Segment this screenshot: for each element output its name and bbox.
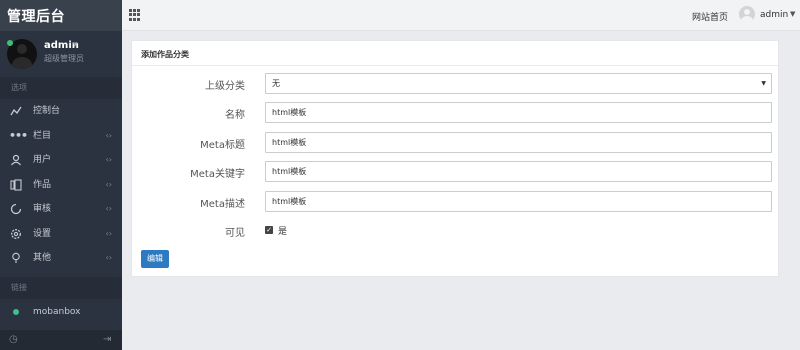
top-user-caret-icon[interactable]: ▼ — [790, 10, 795, 18]
user-icon — [9, 148, 23, 173]
user-menu-caret-icon[interactable]: ▾ — [73, 40, 77, 49]
visible-option-label: 是 — [278, 227, 288, 237]
sidebar-item-works[interactable]: 作品 ‹› — [0, 173, 122, 198]
sidebar-item-label: 设置 — [33, 228, 52, 239]
card-divider — [132, 65, 778, 66]
sidebar-item-review[interactable]: 审核 ‹› — [0, 197, 122, 222]
grid-menu-icon[interactable] — [129, 9, 141, 21]
lightbulb-icon — [9, 246, 23, 271]
top-user-name[interactable]: admin — [760, 10, 788, 20]
user-role: 超级管理员 — [44, 54, 84, 63]
sidebar-item-other[interactable]: 其他 ‹› — [0, 246, 122, 271]
sidebar-item-label: 其他 — [33, 253, 52, 263]
chevron-left-icon: ‹› — [105, 228, 112, 238]
sidebar-link-mobanbox[interactable]: mobanbox — [0, 301, 122, 323]
top-user-avatar[interactable] — [739, 6, 755, 22]
sidebar-link-label: mobanbox — [33, 306, 81, 317]
online-status-icon — [7, 40, 13, 46]
sidebar-item-label: 栏目 — [33, 130, 52, 141]
meta-description-label: Meta描述 — [200, 199, 245, 210]
gear-icon — [9, 222, 23, 247]
sidebar-item-dashboard[interactable]: 控制台 — [0, 99, 122, 124]
book-icon — [9, 173, 23, 198]
dots-icon: ••• — [9, 128, 28, 142]
chevron-left-icon: ‹› — [105, 179, 112, 189]
select-arrow-icon: ▼ — [761, 80, 766, 87]
logout-icon[interactable]: ⇥ — [103, 334, 111, 345]
meta-keywords-label: Meta关键字 — [190, 169, 245, 180]
parent-category-label: 上级分类 — [205, 81, 245, 92]
name-label: 名称 — [225, 110, 245, 121]
meta-keywords-field[interactable]: html模板 — [265, 161, 772, 182]
parent-category-value: 无 — [272, 79, 280, 88]
chevron-left-icon: ‹› — [105, 130, 112, 140]
sidebar-item-label: 用户 — [33, 155, 52, 165]
sidebar-item-label: 审核 — [33, 204, 52, 214]
meta-title-field[interactable]: html模板 — [265, 132, 772, 153]
submit-button[interactable]: 编辑 — [141, 250, 169, 268]
user-panel: admin ▾ 超级管理员 — [0, 31, 122, 77]
sidebar-item-users[interactable]: 用户 ‹› — [0, 148, 122, 173]
chevron-left-icon: ‹› — [105, 204, 112, 213]
sidebar-item-settings[interactable]: 设置 ‹› — [0, 222, 122, 247]
sidebar-footer: ◷ ⇥ — [0, 330, 122, 350]
parent-category-select[interactable]: 无 ▼ — [265, 73, 772, 94]
chart-icon — [9, 99, 23, 124]
topbar: 网站首页 admin ▼ — [122, 0, 800, 31]
spinner-icon — [9, 197, 23, 222]
sidebar: 管理后台 admin ▾ 超级管理员 选项 控制台 ••• 栏目 ‹› 用户 ‹… — [0, 0, 122, 350]
sidebar-section-label: 选项 — [0, 77, 122, 99]
clock-icon[interactable]: ◷ — [9, 334, 18, 345]
visible-checkbox[interactable]: ✓ — [265, 226, 273, 234]
sidebar-item-label: 控制台 — [33, 106, 61, 116]
sidebar-item-label: 作品 — [33, 179, 52, 190]
meta-title-label: Meta标题 — [200, 140, 245, 151]
chevron-left-icon: ‹› — [105, 155, 112, 164]
name-field[interactable]: html模板 — [265, 102, 772, 123]
site-home-link[interactable]: 网站首页 — [692, 10, 728, 23]
meta-description-field[interactable]: html模板 — [265, 191, 772, 212]
links-section-label: 链接 — [0, 276, 122, 299]
form-title: 添加作品分类 — [141, 50, 189, 59]
visible-label: 可见 — [225, 228, 245, 239]
brand-title[interactable]: 管理后台 — [0, 0, 122, 31]
chevron-left-icon: ‹› — [105, 253, 112, 262]
link-dot-icon — [13, 308, 19, 315]
sidebar-item-columns[interactable]: ••• 栏目 ‹› — [0, 124, 122, 149]
form-card: 添加作品分类 上级分类 无 ▼ 名称 html模板 Meta标题 html模板 … — [131, 40, 779, 277]
